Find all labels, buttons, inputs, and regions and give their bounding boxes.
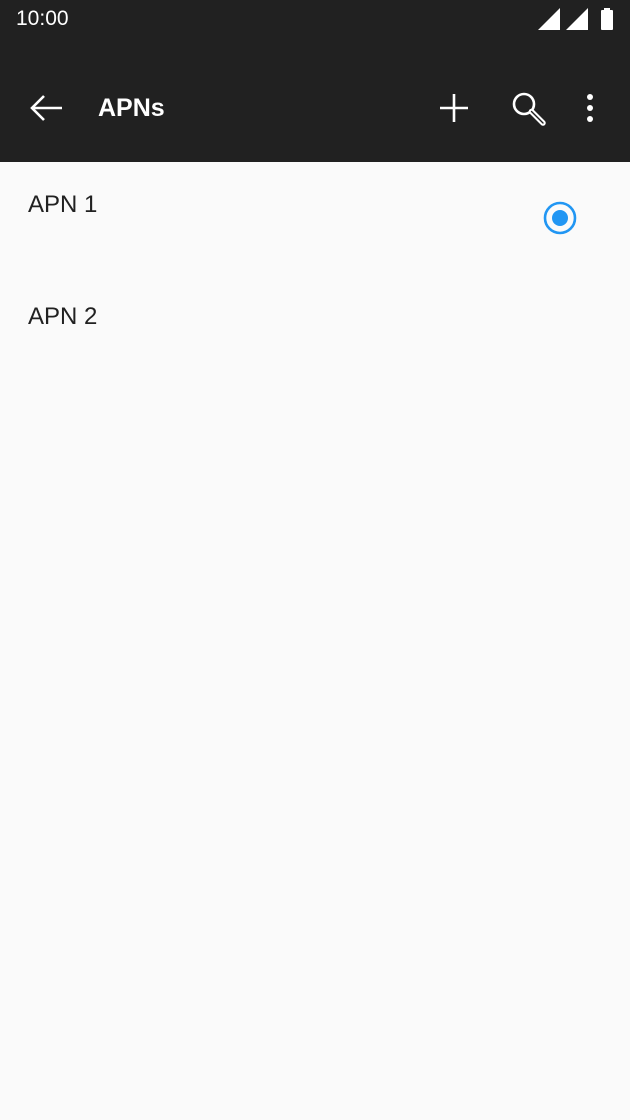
radio-selected-icon[interactable] <box>543 201 577 235</box>
apn-name: APN 1 <box>28 191 98 218</box>
cell-signal-icon <box>566 8 588 30</box>
list-item[interactable]: APN 1 <box>0 162 630 274</box>
plus-icon <box>440 94 468 122</box>
add-apn-button[interactable] <box>430 84 478 132</box>
list-item[interactable]: APN 2 <box>0 274 630 386</box>
more-vert-icon <box>587 94 593 122</box>
search-icon <box>512 92 546 126</box>
page-title: APNs <box>98 94 165 122</box>
battery-icon <box>601 8 613 30</box>
apn-list: APN 1 APN 2 <box>0 162 630 386</box>
search-button[interactable] <box>504 84 552 132</box>
arrow-left-icon <box>30 95 62 121</box>
status-time: 10:00 <box>16 7 69 30</box>
apn-name: APN 2 <box>28 303 98 330</box>
cell-signal-icon <box>538 8 560 30</box>
back-button[interactable] <box>22 84 70 132</box>
top-bar: 10:00 APNs <box>0 0 630 162</box>
more-options-button[interactable] <box>566 84 614 132</box>
